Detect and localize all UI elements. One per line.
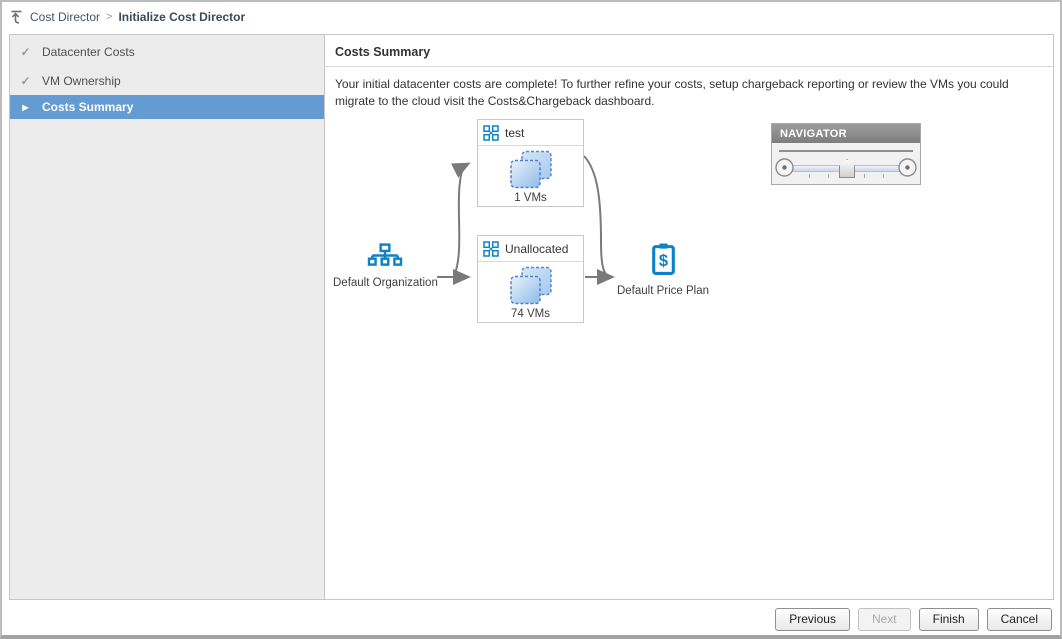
wizard-footer: Previous Next Finish Cancel	[2, 603, 1060, 635]
navigator-divider	[779, 150, 913, 152]
group-box-unallocated[interactable]: Unallocated 74 VMs	[477, 235, 584, 323]
cancel-button[interactable]: Cancel	[986, 607, 1052, 631]
navigator-panel: NAVIGATOR	[771, 123, 921, 185]
group-body: 74 VMs	[478, 262, 583, 320]
group-box-test[interactable]: test 1 VMs	[477, 119, 584, 207]
price-plan-node[interactable]: $ Default Price Plan	[613, 243, 713, 297]
check-icon: ✓	[20, 44, 31, 59]
step-costs-summary[interactable]: ▶ Costs Summary	[10, 95, 324, 119]
wizard-frame: ✓ Datacenter Costs ✓ VM Ownership ▶ Cost…	[9, 34, 1054, 600]
previous-button[interactable]: Previous	[775, 607, 850, 631]
costs-summary-panel: Costs Summary Your initial datacenter co…	[325, 35, 1053, 599]
price-plan-label: Default Price Plan	[616, 285, 710, 297]
check-icon: ✓	[20, 73, 31, 88]
breadcrumb-parent-link[interactable]: Cost Director	[30, 10, 100, 24]
vm-count: 1 VMs	[514, 192, 547, 204]
slider-tick	[827, 174, 829, 178]
current-step-arrow-icon: ▶	[22, 102, 29, 112]
zoom-out-button[interactable]	[775, 158, 794, 177]
finish-button[interactable]: Finish	[918, 607, 979, 631]
breadcrumb-current: Initialize Cost Director	[118, 10, 246, 24]
organization-node[interactable]: Default Organization	[333, 243, 438, 289]
step-datacenter-costs[interactable]: ✓ Datacenter Costs	[10, 37, 324, 66]
navigator-title: NAVIGATOR	[772, 124, 920, 143]
step-label: Costs Summary	[42, 100, 134, 114]
dollar-glyph: $	[658, 252, 667, 270]
next-button[interactable]: Next	[857, 607, 911, 631]
step-label: VM Ownership	[42, 73, 121, 88]
slider-tick	[864, 174, 866, 178]
slider-tick	[809, 174, 811, 178]
group-name: test	[505, 125, 525, 140]
wizard-step-list: ✓ Datacenter Costs ✓ VM Ownership ▶ Cost…	[10, 35, 325, 599]
group-icon	[483, 240, 499, 257]
vm-stack-icon	[509, 150, 552, 189]
group-icon	[483, 124, 499, 141]
price-plan-icon: $	[651, 243, 675, 275]
wizard-window: Cost Director > Initialize Cost Director…	[0, 0, 1062, 639]
group-header: test	[478, 120, 583, 146]
summary-text: Your initial datacenter costs are comple…	[335, 77, 1009, 109]
breadcrumb: Cost Director > Initialize Cost Director	[2, 2, 1060, 32]
slider-tick	[882, 174, 884, 178]
zoom-in-button[interactable]	[898, 158, 917, 177]
vm-count: 74 VMs	[511, 308, 550, 320]
breadcrumb-separator: >	[106, 11, 113, 23]
step-label: Datacenter Costs	[42, 44, 135, 59]
group-body: 1 VMs	[478, 146, 583, 204]
slider-handle[interactable]	[839, 159, 855, 178]
page-title: Costs Summary	[325, 35, 1053, 67]
vm-stack-icon	[509, 266, 552, 305]
zoom-slider[interactable]	[775, 153, 917, 185]
group-header: Unallocated	[478, 236, 583, 262]
organization-label: Default Organization	[333, 277, 438, 289]
organization-icon	[367, 243, 403, 266]
group-name: Unallocated	[505, 241, 569, 256]
flow-connectors	[437, 155, 615, 285]
up-level-icon[interactable]	[10, 9, 24, 25]
step-vm-ownership[interactable]: ✓ VM Ownership	[10, 66, 324, 95]
